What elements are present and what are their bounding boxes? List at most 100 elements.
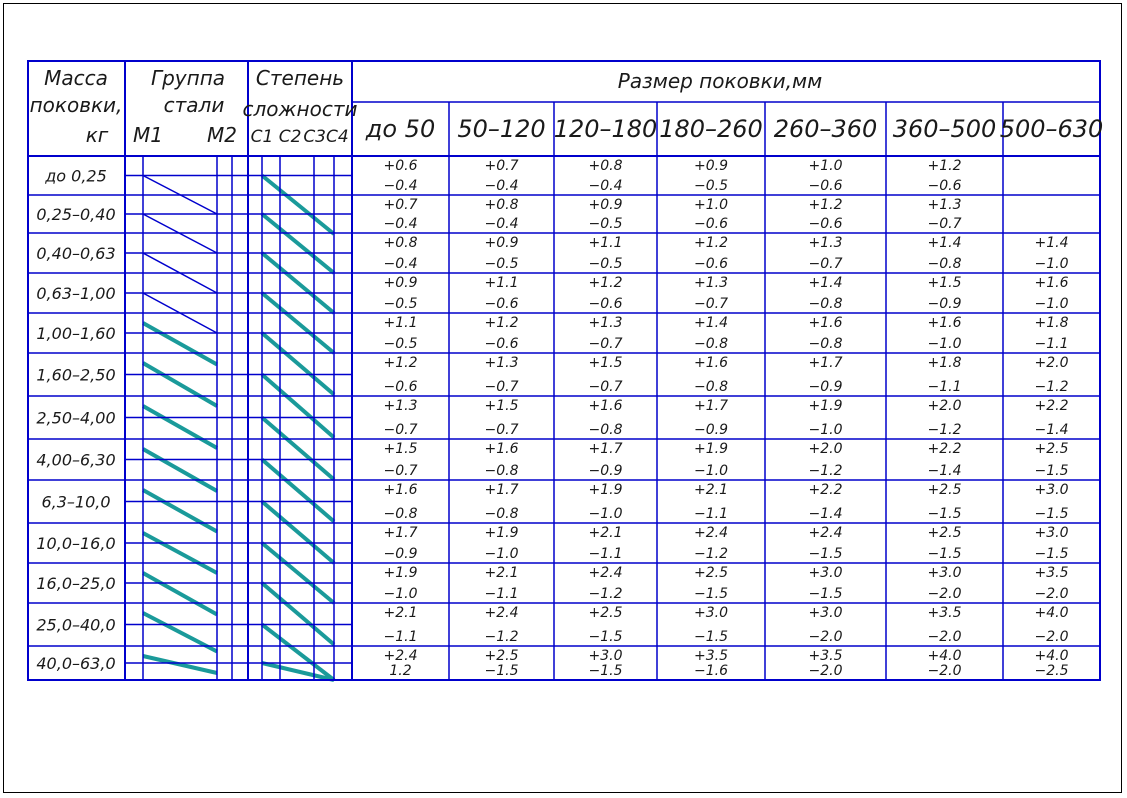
tolerance-lower: −0.7 bbox=[809, 256, 843, 272]
tolerance-upper: +0.7 bbox=[384, 197, 418, 213]
tolerance-lower: −0.5 bbox=[384, 336, 418, 352]
tolerance-lower: −2.0 bbox=[928, 586, 962, 602]
group-diagonal-thick bbox=[142, 404, 218, 450]
tolerance-upper: +1.3 bbox=[809, 235, 843, 251]
tolerance-upper: +3.0 bbox=[928, 565, 962, 581]
tolerance-lower: −0.9 bbox=[928, 296, 962, 312]
degree-header-c12: C1 C2 bbox=[251, 127, 302, 147]
group-header-line1: Группа bbox=[151, 66, 225, 90]
tolerance-lower: −0.8 bbox=[694, 336, 728, 352]
mass-range-cell: 6,3–10,0 bbox=[41, 493, 110, 512]
tolerance-upper: +1.7 bbox=[809, 355, 843, 371]
tolerance-lower: −1.0 bbox=[589, 506, 623, 522]
tolerance-upper: +2.5 bbox=[928, 482, 962, 498]
degree-header-c34: C3C4 bbox=[303, 127, 348, 147]
size-range-header: 500–630 bbox=[1000, 115, 1104, 143]
tolerance-upper: +3.0 bbox=[1035, 525, 1069, 541]
tolerance-lower: −2.0 bbox=[928, 629, 962, 645]
tolerance-upper: +1.6 bbox=[384, 482, 418, 498]
tolerance-upper: +0.7 bbox=[485, 158, 519, 174]
tolerance-upper: +1.7 bbox=[589, 441, 623, 457]
tolerance-upper: +1.7 bbox=[384, 525, 418, 541]
tolerance-lower: −1.4 bbox=[1035, 422, 1069, 438]
tolerance-lower: −1.5 bbox=[589, 663, 623, 679]
tolerance-lower: −0.6 bbox=[928, 178, 962, 194]
tolerance-lower: −1.5 bbox=[928, 546, 962, 562]
tolerance-upper: +0.8 bbox=[485, 197, 519, 213]
tolerance-upper: +1.1 bbox=[384, 315, 418, 331]
tolerance-upper: +1.9 bbox=[694, 441, 728, 457]
mass-range-cell: 0,63–1,00 bbox=[36, 284, 115, 303]
degree-header-line2: сложности bbox=[243, 97, 358, 121]
tolerance-upper: +1.2 bbox=[384, 355, 418, 371]
tolerance-lower: −0.8 bbox=[589, 422, 623, 438]
diagonal-lines-layer bbox=[141, 173, 336, 682]
tolerance-upper: +2.1 bbox=[485, 565, 519, 581]
tolerance-upper: +4.0 bbox=[928, 648, 962, 664]
tolerance-lower: −0.9 bbox=[384, 546, 418, 562]
tolerance-lower: −0.7 bbox=[694, 296, 728, 312]
tolerance-lower: −0.5 bbox=[694, 178, 728, 194]
tolerance-lower: −2.5 bbox=[1035, 663, 1069, 679]
mass-header-line1: Масса bbox=[44, 66, 108, 90]
mass-range-cell: 0,40–0,63 bbox=[36, 244, 115, 263]
tolerance-lower: 1.2 bbox=[389, 663, 411, 679]
tolerance-lower: −0.5 bbox=[589, 256, 623, 272]
tolerance-upper: +2.1 bbox=[589, 525, 623, 541]
tolerance-upper: +0.8 bbox=[589, 158, 623, 174]
tolerance-upper: +1.1 bbox=[589, 235, 623, 251]
mass-range-cell: 1,60–2,50 bbox=[36, 366, 115, 385]
tolerance-upper: +2.4 bbox=[694, 525, 728, 541]
group-header-m2: M2 bbox=[207, 123, 237, 147]
tolerance-lower: −0.9 bbox=[809, 379, 843, 395]
tolerance-upper: +1.9 bbox=[589, 482, 623, 498]
tolerance-upper: +1.3 bbox=[485, 355, 519, 371]
tolerance-upper: +2.2 bbox=[928, 441, 962, 457]
tolerance-lower: −1.5 bbox=[1035, 506, 1069, 522]
tolerance-upper: +1.9 bbox=[485, 525, 519, 541]
tolerance-upper: +1.9 bbox=[809, 398, 843, 414]
tolerance-upper: +1.1 bbox=[485, 275, 519, 291]
size-range-header: 180–260 bbox=[659, 115, 763, 143]
tolerance-lower: −1.1 bbox=[384, 629, 418, 645]
tolerance-upper: +1.5 bbox=[928, 275, 962, 291]
tolerance-lower: −0.6 bbox=[809, 216, 843, 232]
degree-header-line1: Степень bbox=[256, 66, 344, 90]
tolerance-upper: +1.3 bbox=[694, 275, 728, 291]
tolerance-lower: −0.8 bbox=[809, 336, 843, 352]
tolerance-lower: −2.0 bbox=[809, 629, 843, 645]
tolerance-lower: −1.1 bbox=[589, 546, 623, 562]
tolerance-lower: −0.7 bbox=[928, 216, 962, 232]
tolerance-lower: −0.5 bbox=[589, 216, 623, 232]
tolerance-lower: −1.0 bbox=[694, 463, 728, 479]
tolerance-upper: +1.2 bbox=[928, 158, 962, 174]
tolerance-lower: −0.6 bbox=[694, 216, 728, 232]
tolerance-lower: −0.6 bbox=[694, 256, 728, 272]
tolerance-lower: −0.4 bbox=[384, 256, 418, 272]
tolerance-lower: −0.8 bbox=[485, 506, 519, 522]
tolerance-upper: +3.0 bbox=[809, 605, 843, 621]
tolerance-lower: −0.8 bbox=[928, 256, 962, 272]
tolerance-upper: +4.0 bbox=[1035, 605, 1069, 621]
tolerance-upper: +0.9 bbox=[694, 158, 728, 174]
tolerance-upper: +1.9 bbox=[384, 565, 418, 581]
tolerance-lower: −0.7 bbox=[485, 379, 519, 395]
tolerance-upper: +2.5 bbox=[928, 525, 962, 541]
size-range-header: 120–180 bbox=[554, 115, 658, 143]
tolerance-upper: +2.1 bbox=[694, 482, 728, 498]
size-range-header: 50–120 bbox=[457, 115, 545, 143]
tolerance-lower: −0.7 bbox=[589, 379, 623, 395]
tolerance-upper: +3.0 bbox=[809, 565, 843, 581]
mass-range-cell: 1,00–1,60 bbox=[36, 324, 115, 343]
tolerance-upper: +0.6 bbox=[384, 158, 418, 174]
tolerance-lower: −0.7 bbox=[485, 422, 519, 438]
tolerance-upper: +1.6 bbox=[809, 315, 843, 331]
tolerance-upper: +1.7 bbox=[694, 398, 728, 414]
tolerance-upper: +1.2 bbox=[485, 315, 519, 331]
tolerance-lower: −2.0 bbox=[1035, 629, 1069, 645]
tolerance-upper: +1.5 bbox=[589, 355, 623, 371]
tolerance-upper: +1.8 bbox=[928, 355, 962, 371]
tolerance-upper: +2.4 bbox=[589, 565, 623, 581]
tolerance-upper: +1.3 bbox=[928, 197, 962, 213]
tolerance-lower: −1.6 bbox=[694, 663, 728, 679]
